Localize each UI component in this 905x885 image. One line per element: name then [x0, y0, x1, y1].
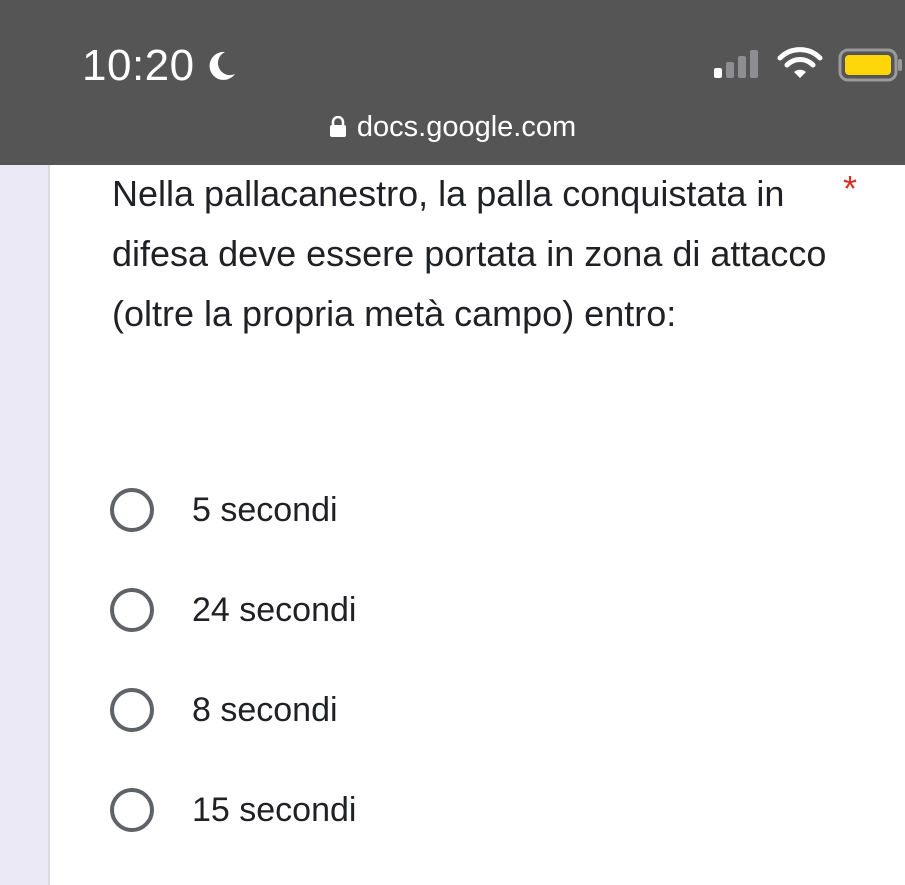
radio-button[interactable]	[110, 788, 154, 832]
option-label: 24 secondi	[192, 590, 357, 629]
url-text: docs.google.com	[356, 110, 577, 143]
option-24-secondi[interactable]: 24 secondi	[110, 560, 356, 660]
lock-icon	[329, 116, 346, 137]
option-8-secondi[interactable]: 8 secondi	[110, 660, 356, 760]
radio-button[interactable]	[110, 688, 154, 732]
answer-options: 5 secondi 24 secondi 8 secondi 15 second…	[110, 460, 356, 860]
radio-button[interactable]	[110, 488, 154, 532]
question-title: Nella pallacanestro, la palla conquistat…	[112, 173, 827, 334]
status-bar: 10:20 docs.google.com	[0, 0, 905, 165]
option-5-secondi[interactable]: 5 secondi	[110, 460, 356, 560]
battery-icon	[838, 48, 902, 82]
option-label: 5 secondi	[192, 490, 338, 529]
required-asterisk: *	[843, 168, 858, 209]
option-15-secondi[interactable]: 15 secondi	[110, 760, 356, 860]
wifi-icon	[777, 47, 823, 78]
status-time: 10:20	[82, 41, 195, 90]
option-label: 8 secondi	[192, 690, 338, 729]
cellular-signal-icon	[714, 50, 758, 78]
clock-group: 10:20	[82, 40, 239, 92]
option-label: 15 secondi	[192, 790, 357, 829]
radio-button[interactable]	[110, 588, 154, 632]
address-bar[interactable]: docs.google.com	[0, 105, 905, 149]
card-left-border	[48, 165, 50, 885]
moon-icon	[209, 51, 235, 80]
form-background-stripe	[0, 165, 48, 885]
